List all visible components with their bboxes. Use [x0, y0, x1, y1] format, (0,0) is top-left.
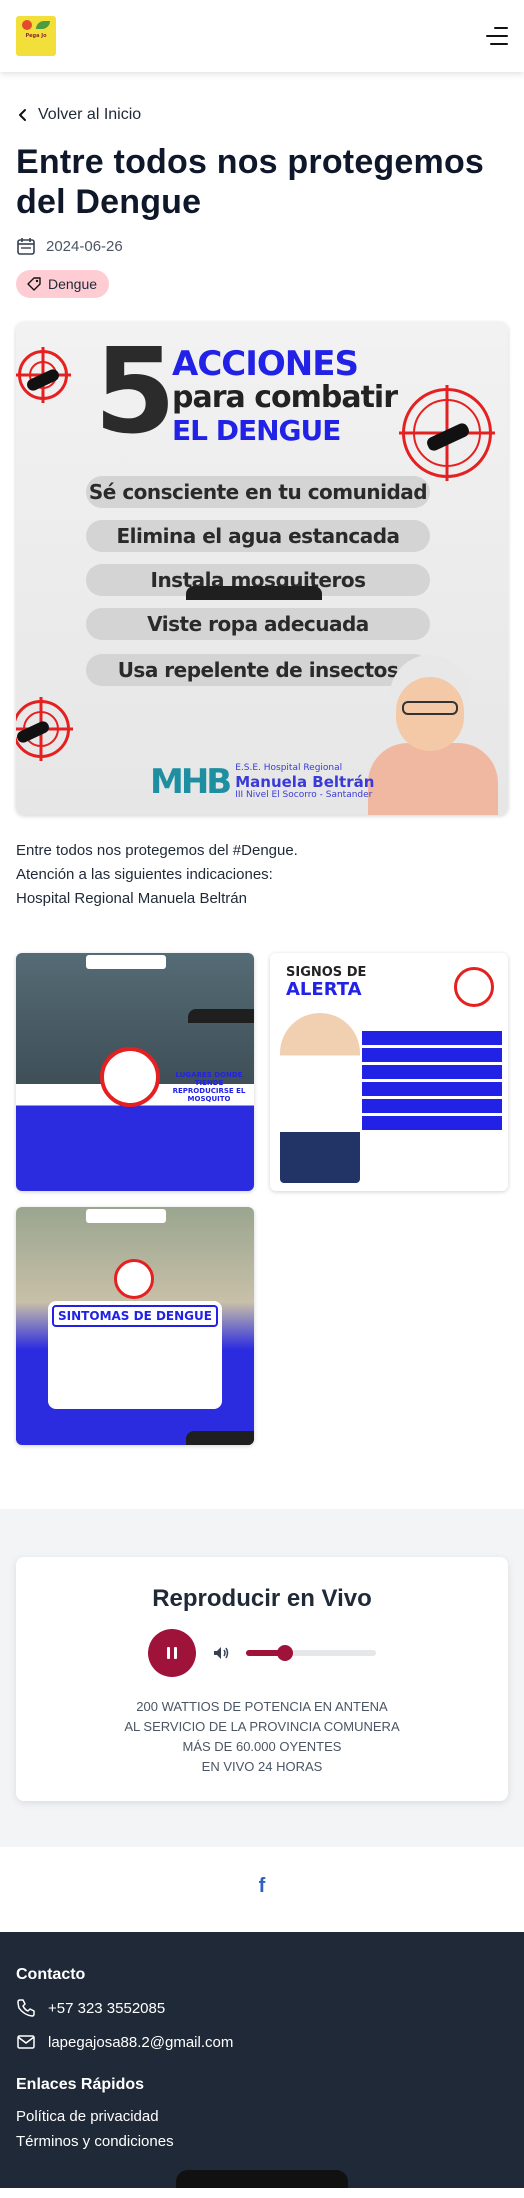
description-line-3: Hospital Regional Manuela Beltrán	[16, 890, 247, 907]
terms-link[interactable]: Términos y condiciones	[16, 2133, 508, 2150]
post-title: Entre todos nos protegemos del Dengue	[16, 143, 485, 221]
chevron-left-icon	[19, 109, 26, 121]
hospital-logo-line-2: Manuela Beltrán	[235, 773, 375, 791]
main-content: Volver al Inicio Entre todos nos protege…	[0, 106, 524, 1445]
gallery-image-symptoms[interactable]: SINTOMAS DE DENGUE	[16, 1207, 254, 1445]
logo-sun-shape	[22, 20, 32, 30]
radio-info-line-3: MÁS DE 60.000 OYENTES	[182, 1739, 342, 1754]
tag-label: Dengue	[48, 276, 98, 292]
hospital-logo-line-3: III Nivel El Socorro - Santander	[235, 790, 373, 800]
post-description: Entre todos nos protegemos del #Dengue. …	[16, 839, 508, 911]
audio-player	[36, 1629, 488, 1677]
poster-line-3: EL DENGUE	[172, 414, 341, 447]
doctor-illustration	[280, 1013, 360, 1183]
poster-action-2: Elimina el agua estancada	[86, 520, 430, 552]
logo-leaf-shape	[36, 21, 50, 29]
footer-contact-title: Contacto	[16, 1966, 86, 1983]
gallery-image-alert-signs[interactable]: SIGNOS DE ALERTA	[270, 953, 508, 1191]
poster-action-1: Sé consciente en tu comunidad	[86, 476, 430, 508]
phone-icon	[17, 1999, 35, 2017]
poster-big-number: 5	[94, 322, 177, 460]
logo-text: Pega Jo	[25, 33, 47, 39]
calendar-icon	[17, 238, 35, 255]
social-links: f	[0, 1847, 524, 1932]
volume-slider[interactable]	[246, 1645, 376, 1661]
no-mosquito-icon	[454, 967, 494, 1007]
footer-phone-text: +57 323 3552085	[48, 1999, 166, 2017]
radio-info-line-4: EN VIVO 24 HORAS	[201, 1759, 323, 1774]
hospital-logo: MHB E.S.E. Hospital Regional Manuela Bel…	[150, 762, 374, 802]
gallery-logo-strip	[86, 1209, 166, 1223]
back-to-home-link[interactable]: Volver al Inicio	[16, 106, 508, 124]
elderly-woman-photo	[358, 655, 508, 815]
poster-line-2: para combatir	[172, 380, 398, 415]
radio-info-line-2: AL SERVICIO DE LA PROVINCIA COMUNERA	[124, 1719, 400, 1734]
mail-icon	[17, 2035, 35, 2049]
no-mosquito-icon	[114, 1259, 154, 1299]
gallery-1-title: LUGARES DONDE TIENDE REPRODUCIRSE EL MOS…	[172, 1071, 246, 1103]
description-line-2: Atención a las siguientes indicaciones:	[16, 866, 273, 883]
tag-icon	[27, 277, 41, 291]
gallery-3-title: SINTOMAS DE DENGUE	[52, 1305, 218, 1327]
description-line-1: Entre todos nos protegemos del #Dengue.	[16, 842, 298, 859]
post-date: 2024-06-26	[16, 236, 508, 256]
back-link-label: Volver al Inicio	[38, 106, 142, 123]
volume-icon[interactable]	[212, 1644, 230, 1662]
poster-line-1: ACCIONES	[172, 344, 359, 384]
gallery-image-breeding-sites[interactable]: LUGARES DONDE TIENDE REPRODUCIRSE EL MOS…	[16, 953, 254, 1191]
radio-info: 200 WATTIOS DE POTENCIA EN ANTENA AL SER…	[36, 1697, 488, 1777]
gallery-2-title-2: ALERTA	[286, 979, 362, 1000]
hamburger-menu-icon[interactable]	[486, 27, 508, 45]
volume-slider-thumb[interactable]	[277, 1645, 293, 1661]
site-footer: Contacto +57 323 3552085 lapegajosa88.2@…	[0, 1932, 524, 2188]
image-controls-overlay	[186, 586, 322, 600]
hospital-logo-line-1: E.S.E. Hospital Regional	[235, 763, 343, 773]
floating-toolbar-overlay	[176, 2170, 348, 2188]
radio-title: Reproducir en Vivo	[152, 1585, 372, 1612]
no-mosquito-icon	[100, 1047, 160, 1107]
footer-links-title: Enlaces Rápidos	[16, 2076, 145, 2093]
footer-email-text: lapegajosa88.2@gmail.com	[48, 2033, 234, 2051]
footer-phone[interactable]: +57 323 3552085	[16, 1998, 508, 2018]
tag-badge[interactable]: Dengue	[16, 270, 110, 298]
radio-section: Reproducir en Vivo 200 WATTIOS DE POTENC…	[0, 1509, 524, 1847]
image-controls-overlay	[188, 1009, 254, 1023]
site-logo[interactable]: Pega Jo	[16, 16, 56, 56]
poster-action-4: Viste ropa adecuada	[86, 608, 430, 640]
radio-player-card: Reproducir en Vivo 200 WATTIOS DE POTENC…	[16, 1557, 508, 1801]
footer-email[interactable]: lapegajosa88.2@gmail.com	[16, 2032, 508, 2052]
featured-image[interactable]: 5 ACCIONES para combatir EL DENGUE Sé co…	[16, 322, 508, 815]
pause-button[interactable]	[148, 1629, 196, 1677]
site-header: Pega Jo	[0, 0, 524, 72]
hospital-logo-mark: MHB	[150, 762, 232, 802]
privacy-policy-link[interactable]: Política de privacidad	[16, 2108, 508, 2125]
image-controls-overlay	[186, 1431, 254, 1445]
gallery-2-title-1: SIGNOS DE	[286, 965, 367, 980]
alert-signs-list	[362, 1031, 502, 1131]
image-gallery: LUGARES DONDE TIENDE REPRODUCIRSE EL MOS…	[16, 953, 508, 1445]
facebook-icon[interactable]: f	[259, 1875, 266, 1897]
radio-info-line-1: 200 WATTIOS DE POTENCIA EN ANTENA	[136, 1699, 388, 1714]
post-date-text: 2024-06-26	[46, 237, 123, 255]
gallery-logo-strip	[86, 955, 166, 969]
